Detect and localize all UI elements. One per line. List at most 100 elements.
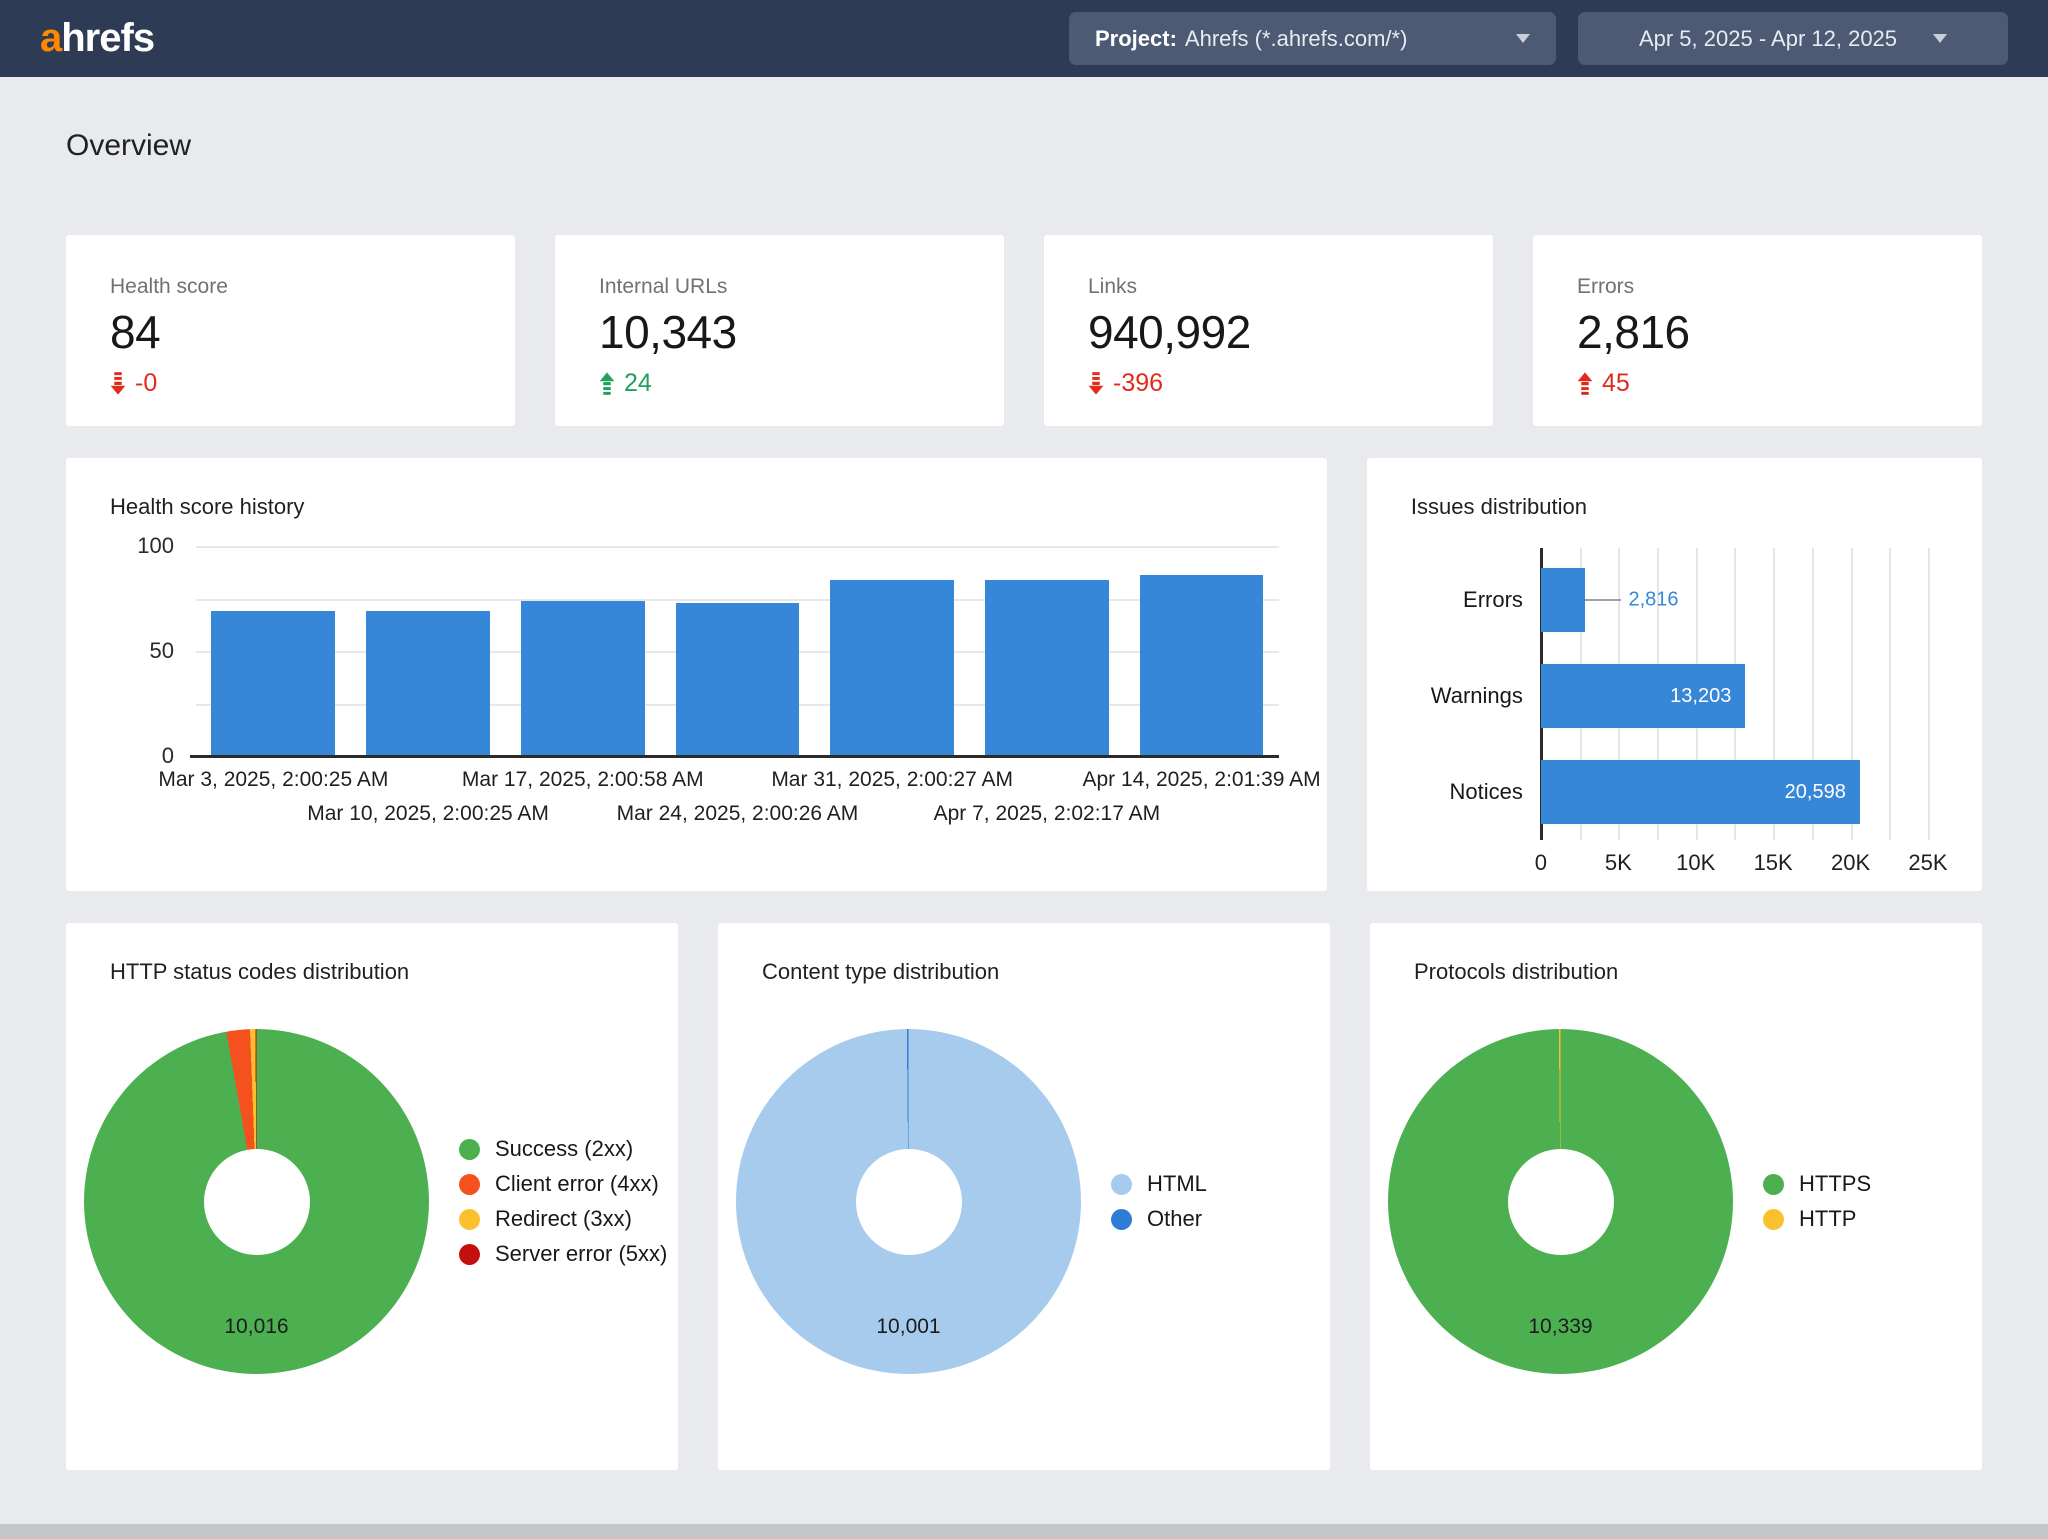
health-score-history-card: Health score history 0 50 100 Mar 3, 2025, … — [66, 458, 1327, 891]
horizontal-scrollbar[interactable] — [0, 1524, 2048, 1539]
donut-chart: 10,339 — [1388, 1029, 1733, 1374]
category-label: Notices — [1411, 779, 1523, 805]
legend-color-dot — [1111, 1174, 1132, 1195]
donut-legend: HTTPS HTTP — [1763, 1162, 1871, 1241]
bar-value-label: 20,598 — [1785, 760, 1846, 824]
kpi-delta-value: 24 — [624, 369, 652, 398]
delta-arrow-icon — [599, 372, 615, 395]
donut-legend: HTML Other — [1111, 1162, 1207, 1241]
x-axis-tick-label: Mar 31, 2025, 2:00:27 AM — [771, 768, 1013, 792]
health-score-history-chart: 050100Mar 3, 2025, 2:00:25 AMMar 10, 202… — [110, 546, 1283, 856]
legend-label: HTTP — [1799, 1206, 1856, 1232]
legend-label: Client error (4xx) — [495, 1171, 659, 1197]
page-title: Overview — [66, 129, 1982, 163]
legend-label: Success (2xx) — [495, 1136, 633, 1162]
legend-color-dot — [459, 1174, 480, 1195]
legend-label: Other — [1147, 1206, 1202, 1232]
y-axis-tick-label: 100 — [110, 533, 174, 559]
legend-item: Redirect (3xx) — [459, 1206, 667, 1232]
kpi-value: 10,343 — [599, 305, 960, 359]
issues-distribution-chart: ErrorsWarningsNotices2,81613,20320,59805… — [1411, 548, 1938, 888]
donut-chart-title: Protocols distribution — [1370, 923, 1982, 985]
legend-item: HTTPS — [1763, 1171, 1871, 1197]
bar — [1140, 575, 1264, 756]
bar: 20,598 — [1541, 760, 1860, 824]
donut-count-label: 10,339 — [1528, 1315, 1592, 1339]
charts-row: Health score history 0 50 100 Mar 3, 2025, … — [66, 458, 1982, 891]
legend-color-dot — [459, 1209, 480, 1230]
legend-item: Success (2xx) — [459, 1136, 667, 1162]
issues-distribution-title: Issues distribution — [1367, 458, 1982, 520]
donut-chart: 10,016 — [84, 1029, 429, 1374]
kpi-card: Health score 84 -0 — [66, 235, 515, 426]
kpi-delta-value: -396 — [1113, 369, 1163, 398]
donut-count-label: 10,016 — [224, 1315, 288, 1339]
kpi-value: 940,992 — [1088, 305, 1449, 359]
x-axis-tick-label: Mar 10, 2025, 2:00:25 AM — [307, 802, 549, 826]
bar — [676, 603, 800, 756]
kpi-delta: -0 — [110, 369, 471, 398]
x-axis-tick-label: Mar 17, 2025, 2:00:58 AM — [462, 768, 704, 792]
navbar-controls: Project: Ahrefs (*.ahrefs.com/*) Apr 5, 2… — [1069, 12, 2008, 65]
legend-item: HTML — [1111, 1171, 1207, 1197]
project-dropdown-label: Project: — [1095, 26, 1177, 51]
kpi-delta-value: -0 — [135, 369, 157, 398]
kpi-label: Links — [1088, 275, 1449, 299]
project-dropdown-value: Ahrefs (*.ahrefs.com/*) — [1185, 26, 1408, 51]
kpi-delta-value: 45 — [1602, 369, 1630, 398]
legend-color-dot — [1763, 1174, 1784, 1195]
project-dropdown-text: Project: Ahrefs (*.ahrefs.com/*) — [1095, 26, 1407, 52]
top-navbar: ahrefs Project: Ahrefs (*.ahrefs.com/*) A… — [0, 0, 2048, 77]
donut-hole — [856, 1149, 962, 1255]
donut-chart-title: HTTP status codes distribution — [66, 923, 678, 985]
delta-arrow-icon — [1577, 372, 1593, 395]
donut-chart-card: HTTP status codes distribution 10,016 Su… — [66, 923, 678, 1470]
donut-chart-card: Content type distribution 10,001 HTMLOth… — [718, 923, 1330, 1470]
kpi-delta: 24 — [599, 369, 960, 398]
x-axis-tick-label: 10K — [1676, 850, 1715, 876]
legend-item: Server error (5xx) — [459, 1241, 667, 1267]
main-content: Overview Health score 84 -0 Internal URL… — [0, 129, 2048, 1470]
y-axis-tick-label: 50 — [110, 638, 174, 664]
x-axis-line — [190, 755, 1279, 758]
kpi-delta: 45 — [1577, 369, 1938, 398]
donut-charts-row: HTTP status codes distribution 10,016 Su… — [66, 923, 1982, 1470]
plot-area: 2,81613,20320,59805K10K15K20K25K — [1541, 548, 1928, 840]
category-label: Errors — [1411, 587, 1523, 613]
kpi-value: 84 — [110, 305, 471, 359]
kpi-label: Errors — [1577, 275, 1938, 299]
value-connector-line — [1585, 599, 1621, 601]
date-range-dropdown[interactable]: Apr 5, 2025 - Apr 12, 2025 — [1578, 12, 2008, 65]
legend-color-dot — [459, 1139, 480, 1160]
donut-hole — [204, 1149, 310, 1255]
legend-label: HTML — [1147, 1171, 1207, 1197]
bar — [830, 580, 954, 756]
donut-count-label: 10,001 — [876, 1315, 940, 1339]
x-axis-tick-label: 25K — [1908, 850, 1947, 876]
logo-rest: hrefs — [61, 16, 154, 60]
x-axis-tick-label: Apr 14, 2025, 2:01:39 AM — [1082, 768, 1320, 792]
legend-color-dot — [459, 1244, 480, 1265]
project-dropdown[interactable]: Project: Ahrefs (*.ahrefs.com/*) — [1069, 12, 1556, 65]
chevron-down-icon — [1933, 34, 1947, 43]
bar-value-label: 2,816 — [1629, 589, 1679, 612]
bar-value-label: 13,203 — [1670, 664, 1731, 728]
legend-item: Other — [1111, 1206, 1207, 1232]
issues-distribution-card: Issues distribution ErrorsWarningsNotice… — [1367, 458, 1982, 891]
donut-chart-body: 10,339 HTTPS HTTP — [1370, 1029, 1982, 1374]
y-axis-tick-label: 0 — [110, 743, 174, 769]
ahrefs-logo[interactable]: ahrefs — [40, 16, 154, 61]
kpi-card: Internal URLs 10,343 24 — [555, 235, 1004, 426]
gridline — [1928, 548, 1930, 840]
kpi-row: Health score 84 -0 Internal URLs 10,343 … — [66, 235, 1982, 426]
x-axis-tick-label: 5K — [1605, 850, 1632, 876]
legend-item: Client error (4xx) — [459, 1171, 667, 1197]
x-axis-tick-label: Mar 3, 2025, 2:00:25 AM — [158, 768, 388, 792]
health-score-history-title: Health score history — [66, 458, 1327, 520]
donut-chart-body: 10,016 Success (2xx) Client error (4xx) Re… — [66, 1029, 678, 1374]
donut-chart-card: Protocols distribution 10,339 HTTPS HTTP — [1370, 923, 1982, 1470]
legend-item: HTTP — [1763, 1206, 1871, 1232]
kpi-label: Internal URLs — [599, 275, 960, 299]
delta-arrow-icon — [110, 372, 126, 395]
bar — [521, 601, 645, 756]
